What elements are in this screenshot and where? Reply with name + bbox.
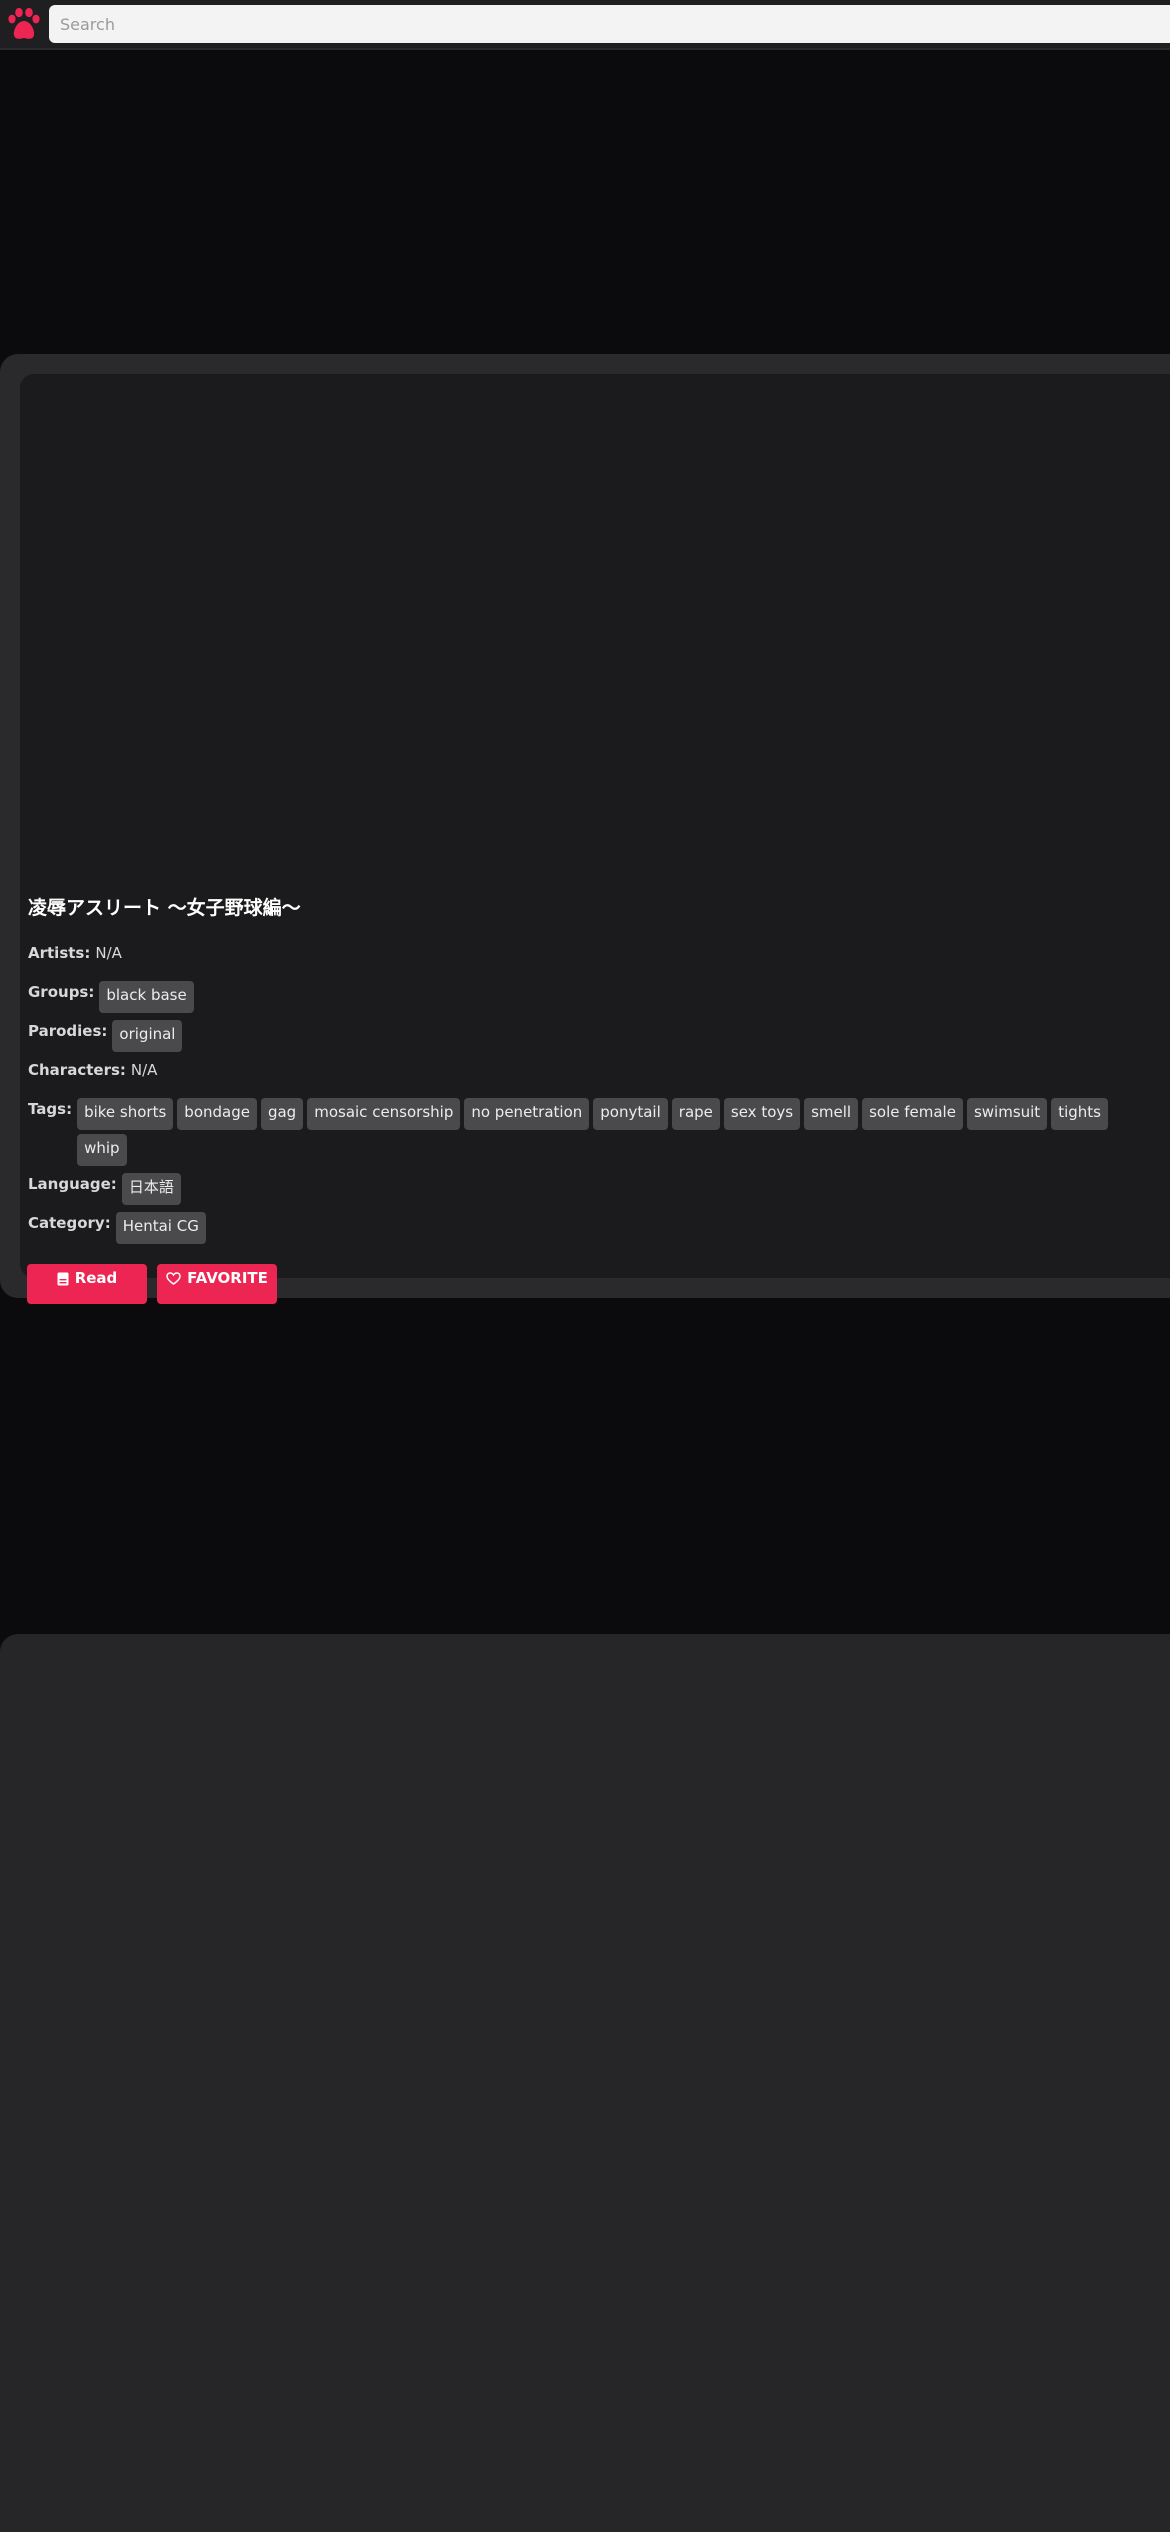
read-button-label: Read (74, 1269, 118, 1287)
tag-ponytail[interactable]: ponytail (593, 1098, 668, 1130)
artists-value: N/A (95, 944, 122, 962)
tag-category[interactable]: Hentai CG (115, 1212, 206, 1244)
tag-original[interactable]: original (112, 1020, 183, 1052)
tag-sex-toys[interactable]: sex toys (723, 1098, 801, 1130)
tags-label: Tags: (28, 1100, 73, 1118)
artists-label: Artists: (28, 944, 91, 962)
groups-label: Groups: (28, 983, 95, 1001)
tags-row: Tags: bike shorts bondage gag mosaic cen… (28, 1098, 1158, 1166)
language-row: Language: 日本語 (28, 1173, 1158, 1205)
characters-label: Characters: (28, 1061, 126, 1079)
artists-row: Artists: N/A (28, 942, 1158, 974)
tag-sole-female[interactable]: sole female (862, 1098, 963, 1130)
gallery-details: 凌辱アスリート 〜女子野球編〜 Artists: N/A Groups: bla… (27, 894, 1158, 1304)
search-input[interactable] (49, 5, 1170, 43)
tag-gag[interactable]: gag (260, 1098, 304, 1130)
action-buttons: Read FAVORITE (27, 1264, 1158, 1304)
tag-language[interactable]: 日本語 (121, 1173, 181, 1205)
favorite-button[interactable]: FAVORITE (157, 1264, 277, 1304)
tag-no-penetration[interactable]: no penetration (464, 1098, 590, 1130)
thumbnails-container (0, 1634, 1170, 2532)
read-button[interactable]: Read (27, 1264, 147, 1304)
tag-mosaic-censorship[interactable]: mosaic censorship (307, 1098, 461, 1130)
top-bar (0, 0, 1170, 50)
gallery-title: 凌辱アスリート 〜女子野球編〜 (28, 897, 301, 919)
gallery-container: 凌辱アスリート 〜女子野球編〜 Artists: N/A Groups: bla… (0, 354, 1170, 1304)
gallery-info-panel: 凌辱アスリート 〜女子野球編〜 Artists: N/A Groups: bla… (20, 374, 1170, 1304)
paw-icon[interactable] (6, 6, 42, 42)
book-icon (57, 1269, 69, 1290)
heart-icon (166, 1269, 181, 1289)
tag-bondage[interactable]: bondage (177, 1098, 257, 1130)
favorite-button-label: FAVORITE (187, 1269, 268, 1287)
tag-smell[interactable]: smell (804, 1098, 859, 1130)
tags-list: bike shorts bondage gag mosaic censorshi… (77, 1098, 1158, 1166)
parodies-label: Parodies: (28, 1022, 108, 1040)
cover-image[interactable] (20, 374, 1170, 894)
characters-row: Characters: N/A (28, 1059, 1158, 1091)
tag-tights[interactable]: tights (1051, 1098, 1108, 1130)
tag-black-base[interactable]: black base (99, 981, 194, 1013)
language-label: Language: (28, 1175, 117, 1193)
parodies-row: Parodies: original (28, 1020, 1158, 1052)
category-label: Category: (28, 1214, 111, 1232)
characters-value: N/A (130, 1061, 158, 1079)
tag-whip[interactable]: whip (77, 1134, 127, 1166)
groups-row: Groups: black base (28, 981, 1158, 1013)
category-row: Category: Hentai CG (28, 1212, 1158, 1244)
tag-swimsuit[interactable]: swimsuit (966, 1098, 1048, 1130)
tag-rape[interactable]: rape (671, 1098, 720, 1130)
tag-bike-shorts[interactable]: bike shorts (77, 1098, 174, 1130)
